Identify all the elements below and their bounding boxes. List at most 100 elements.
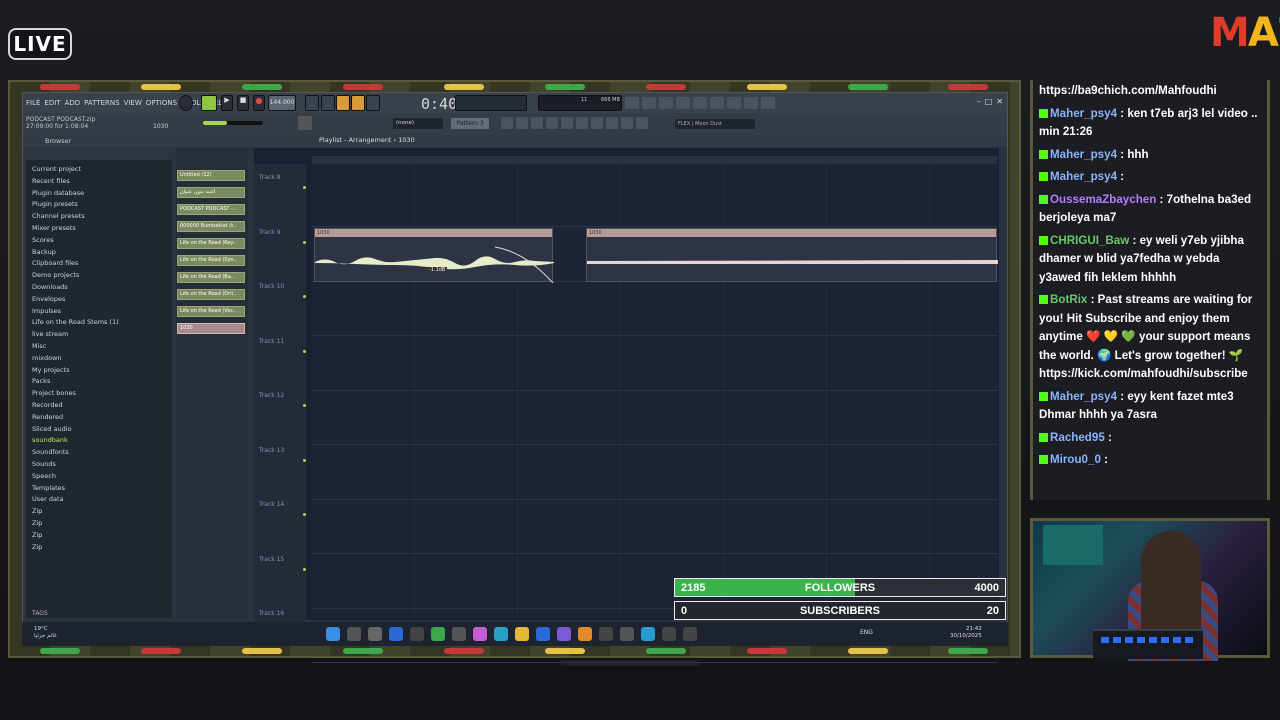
browser-item[interactable]: Current project xyxy=(32,164,119,176)
countdown-icon[interactable] xyxy=(336,95,350,111)
browser-item[interactable]: Templates xyxy=(32,483,119,495)
pattern-select[interactable]: Pattern 3 xyxy=(451,118,489,129)
channel-item[interactable]: 000000 Bumbaklat (t.. xyxy=(177,221,245,232)
tool-icon[interactable] xyxy=(516,117,528,129)
track-enable-dot[interactable] xyxy=(303,404,306,407)
app-icon[interactable] xyxy=(620,627,634,641)
track-label[interactable]: Track 11 xyxy=(259,338,284,345)
chat-username[interactable]: Maher_psy4 xyxy=(1050,170,1117,183)
channel-item[interactable]: Untitled (12) xyxy=(177,170,245,181)
plugin-picker-icon[interactable] xyxy=(727,97,741,109)
track-enable-dot[interactable] xyxy=(303,349,306,353)
menu-options[interactable]: OPTIONS xyxy=(146,99,177,107)
browser-item[interactable]: Soundfonts xyxy=(32,447,119,459)
browser-item[interactable]: Scores xyxy=(32,235,119,247)
browser-item[interactable]: mixdown xyxy=(32,353,119,365)
track-label[interactable]: Track 14 xyxy=(259,501,284,508)
browser-item[interactable]: Mixer presets xyxy=(32,223,119,235)
track-label[interactable]: Track 12 xyxy=(259,392,284,399)
channel-item[interactable]: Life on the Road (Voc.. xyxy=(177,306,245,317)
tray-lang[interactable]: ENG xyxy=(860,629,873,636)
fl-studio-taskbar-icon[interactable] xyxy=(557,627,571,641)
playlist-icon[interactable] xyxy=(676,97,690,109)
menu-patterns[interactable]: PATTERNS xyxy=(84,99,119,107)
help-icon[interactable] xyxy=(693,97,707,109)
app-icon[interactable] xyxy=(410,627,424,641)
edge-icon[interactable] xyxy=(641,627,655,641)
browser-item[interactable]: Zip xyxy=(32,542,119,554)
channel-item[interactable]: PODCAST PODCAST -.. xyxy=(177,204,245,215)
browser-item[interactable]: Sliced audio xyxy=(32,424,119,436)
task-view-icon[interactable] xyxy=(368,627,382,641)
chat-username[interactable]: Rached95 xyxy=(1050,431,1105,444)
track-enable-dot[interactable] xyxy=(303,186,306,189)
track-label[interactable]: Track 8 xyxy=(259,174,280,181)
chat-username[interactable]: CHRIGUI_Baw xyxy=(1050,234,1129,247)
menu-add[interactable]: ADD xyxy=(65,99,81,107)
pat-mode-icon[interactable] xyxy=(201,95,217,111)
browser-item[interactable]: Zip xyxy=(32,518,119,530)
tool-icon[interactable] xyxy=(546,117,558,129)
app-icon[interactable] xyxy=(683,627,697,641)
close-icon[interactable]: ✕ xyxy=(996,97,1003,106)
app-icon[interactable] xyxy=(599,627,613,641)
mixer-icon[interactable] xyxy=(625,97,639,109)
stop-button[interactable]: ■ xyxy=(237,95,249,111)
track-enable-dot[interactable] xyxy=(303,458,306,462)
channel-item[interactable]: اغنية بدون عنوان xyxy=(177,187,245,198)
browser-item[interactable]: soundbank xyxy=(32,435,119,447)
channel-item[interactable]: Life on the Road (Key.. xyxy=(177,238,245,249)
browser-item[interactable]: Rendered xyxy=(32,412,119,424)
browser-item[interactable]: Speech xyxy=(32,471,119,483)
chat-username[interactable]: Maher_psy4 xyxy=(1050,390,1117,403)
start-icon[interactable] xyxy=(326,627,340,641)
browser-item[interactable]: Recent files xyxy=(32,176,119,188)
browser-item[interactable]: Plugin presets xyxy=(32,199,119,211)
app-icon[interactable] xyxy=(494,627,508,641)
browser-item[interactable]: Backup xyxy=(32,247,119,259)
tool-icon[interactable] xyxy=(591,117,603,129)
channel-item[interactable]: Life on the Road (Syn.. xyxy=(177,255,245,266)
track-label[interactable]: Track 16 xyxy=(259,610,284,617)
browser-item[interactable]: Zip xyxy=(32,506,119,518)
app-icon[interactable] xyxy=(662,627,676,641)
tool-icon[interactable] xyxy=(606,117,618,129)
browser-item[interactable]: Project bones xyxy=(32,388,119,400)
track-label[interactable]: Track 13 xyxy=(259,447,284,454)
blend-icon[interactable] xyxy=(351,95,365,111)
channel-rack-icon[interactable] xyxy=(642,97,656,109)
track-enable-dot[interactable] xyxy=(303,567,306,571)
taskbar-clock[interactable]: 21:42 30/10/2025 xyxy=(950,626,982,640)
browser-item[interactable]: Channel presets xyxy=(32,211,119,223)
chat-icon[interactable] xyxy=(744,97,758,109)
browser-item[interactable]: Demo projects xyxy=(32,270,119,282)
widgets-icon[interactable] xyxy=(389,627,403,641)
track-enable-dot[interactable] xyxy=(303,513,306,516)
metronome-icon[interactable] xyxy=(305,95,319,111)
browser-item[interactable]: live stream xyxy=(32,329,119,341)
track-label[interactable]: Track 10 xyxy=(259,283,284,290)
snap-icon[interactable] xyxy=(298,116,312,130)
browser-item[interactable]: Zip xyxy=(32,530,119,542)
pat-song-toggle[interactable] xyxy=(179,95,193,111)
app-icon[interactable] xyxy=(452,627,466,641)
tempo-field[interactable]: 144.000 xyxy=(268,95,296,111)
loop-record-icon[interactable] xyxy=(366,95,380,111)
browser-item[interactable]: Plugin database xyxy=(32,188,119,200)
tool-icon[interactable] xyxy=(561,117,573,129)
browser-item[interactable]: Clipboard files xyxy=(32,258,119,270)
app-icon[interactable] xyxy=(578,627,592,641)
app-icon[interactable] xyxy=(431,627,445,641)
minimize-icon[interactable]: – xyxy=(977,97,981,106)
weather-widget[interactable]: 19°C غائم جزئيا xyxy=(34,626,57,640)
track-enable-dot[interactable] xyxy=(303,240,306,244)
tool-icon[interactable] xyxy=(621,117,633,129)
browser-item[interactable]: User data xyxy=(32,494,119,506)
menu-edit[interactable]: EDIT xyxy=(44,99,60,107)
browser-item[interactable]: Sounds xyxy=(32,459,119,471)
audio-clip[interactable]: 1030 xyxy=(586,228,998,282)
snap-select[interactable]: (none) xyxy=(393,118,443,129)
chat-username[interactable]: OussemaZbaychen xyxy=(1050,193,1156,206)
menu-file[interactable]: FILE xyxy=(26,99,40,107)
tool-icon[interactable] xyxy=(636,117,648,129)
